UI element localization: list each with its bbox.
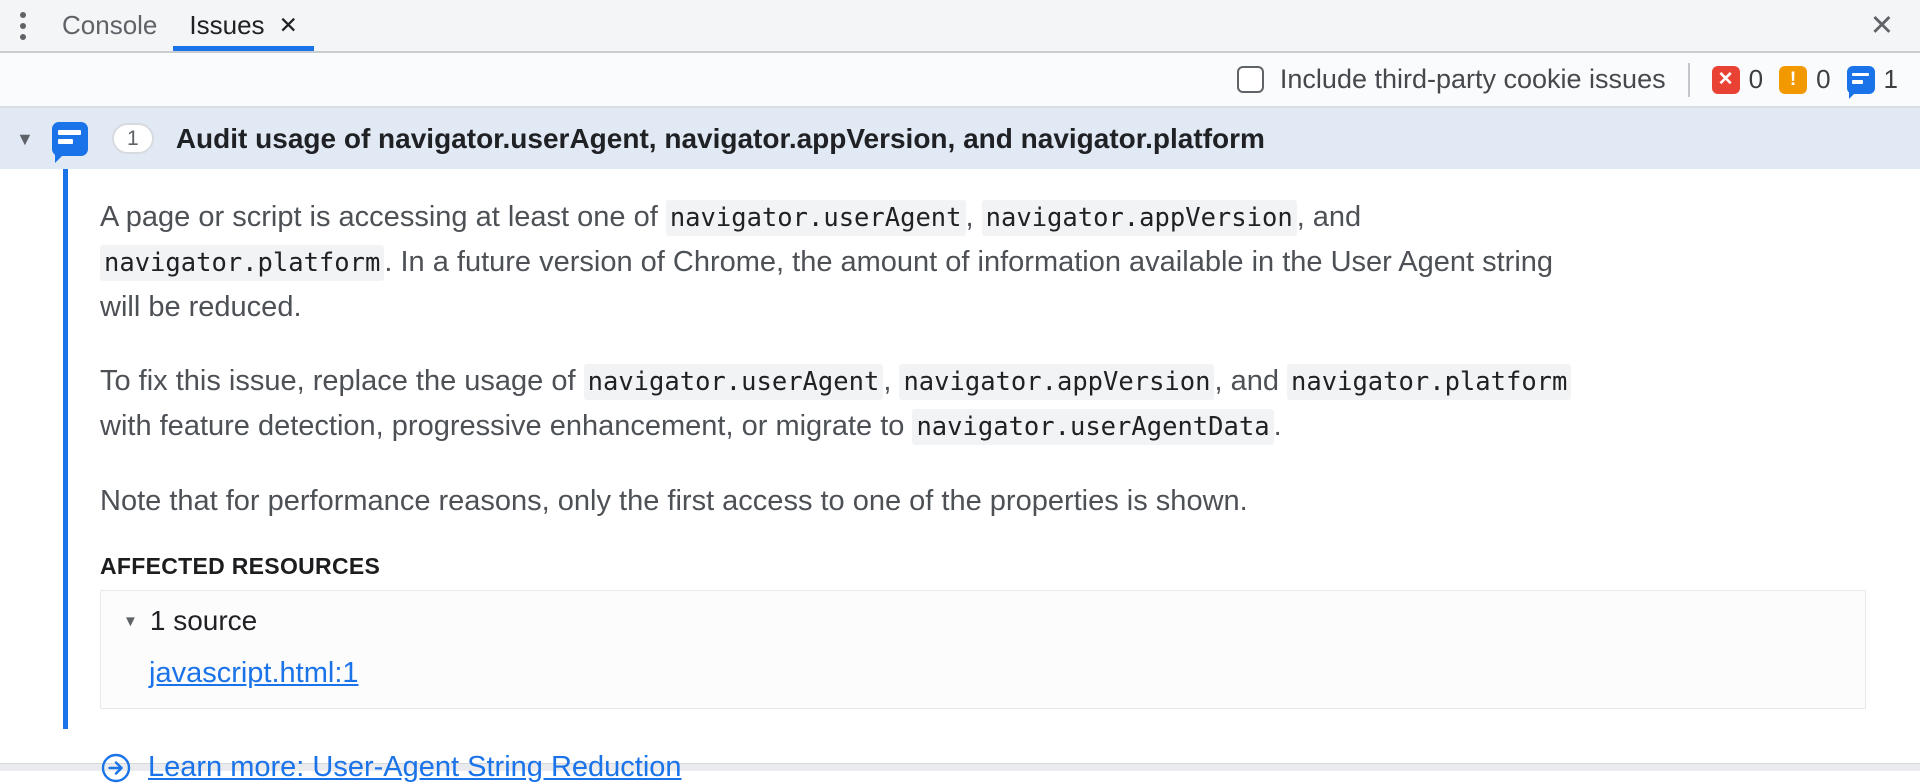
tab-console-label: Console [62, 10, 157, 41]
sources-toggle-label: 1 source [150, 605, 257, 637]
learn-more-link[interactable]: Learn more: User-Agent String Reduction [148, 751, 682, 784]
affected-resources-box: ▼ 1 source javascript.html:1 [100, 590, 1866, 709]
inline-code: navigator.appVersion [899, 364, 1214, 400]
inline-code: navigator.userAgentData [912, 409, 1273, 445]
error-count: 0 [1749, 64, 1763, 95]
inline-code: navigator.userAgent [666, 200, 966, 236]
issue-count-badge: 1 [112, 123, 154, 154]
issue-header-row[interactable]: ▼ 1 Audit usage of navigator.userAgent, … [0, 108, 1920, 169]
issue-body: A page or script is accessing at least o… [0, 169, 1920, 763]
devtools-drawer: Console Issues ✕ ✕ Include third-party c… [0, 0, 1920, 771]
toolbar-divider [1688, 63, 1690, 97]
inline-code: navigator.appVersion [982, 200, 1297, 236]
tab-console[interactable]: Console [46, 0, 173, 51]
issue-description: A page or script is accessing at least o… [0, 169, 1920, 784]
third-party-cookie-checkbox[interactable] [1237, 66, 1264, 93]
inline-code: navigator.userAgent [584, 364, 884, 400]
kebab-menu-icon[interactable] [0, 0, 46, 51]
issue-left-accent-bar [63, 169, 68, 729]
issues-toolbar: Include third-party cookie issues ✕ 0 ! … [0, 53, 1920, 108]
third-party-cookie-checkbox-row[interactable]: Include third-party cookie issues [1237, 64, 1666, 95]
issue-expand-triangle-icon[interactable]: ▼ [16, 130, 34, 148]
error-counter: ✕ 0 [1712, 64, 1763, 95]
affected-resources-heading: AFFECTED RESOURCES [100, 553, 1880, 580]
tab-issues-label: Issues [189, 10, 264, 41]
tab-close-icon[interactable]: ✕ [279, 12, 298, 39]
warning-count: 0 [1816, 64, 1830, 95]
source-link[interactable]: javascript.html:1 [149, 657, 359, 690]
issue-title: Audit usage of navigator.userAgent, navi… [176, 123, 1265, 155]
warning-icon: ! [1779, 66, 1807, 94]
drawer-tabbar: Console Issues ✕ ✕ [0, 0, 1920, 53]
error-icon: ✕ [1712, 66, 1740, 94]
issue-paragraph: A page or script is accessing at least o… [100, 195, 1580, 329]
issue-paragraph: Note that for performance reasons, only … [100, 479, 1580, 523]
third-party-cookie-checkbox-label: Include third-party cookie issues [1280, 64, 1666, 95]
open-external-arrow-icon [100, 752, 132, 784]
tab-issues[interactable]: Issues ✕ [173, 0, 313, 51]
message-bubble-icon [1847, 66, 1875, 94]
sources-toggle[interactable]: ▼ 1 source [123, 605, 1865, 637]
inline-code: navigator.platform [100, 245, 384, 281]
message-counter: 1 [1847, 64, 1898, 95]
issue-kind-message-icon [52, 122, 88, 156]
warning-counter: ! 0 [1779, 64, 1830, 95]
message-count: 1 [1884, 64, 1898, 95]
drawer-close-icon[interactable]: ✕ [1864, 8, 1900, 43]
inline-code: navigator.platform [1287, 364, 1571, 400]
learn-more-row: Learn more: User-Agent String Reduction [100, 751, 1880, 784]
issue-paragraph: To fix this issue, replace the usage of … [100, 359, 1580, 449]
sources-expand-triangle-icon[interactable]: ▼ [123, 614, 138, 629]
